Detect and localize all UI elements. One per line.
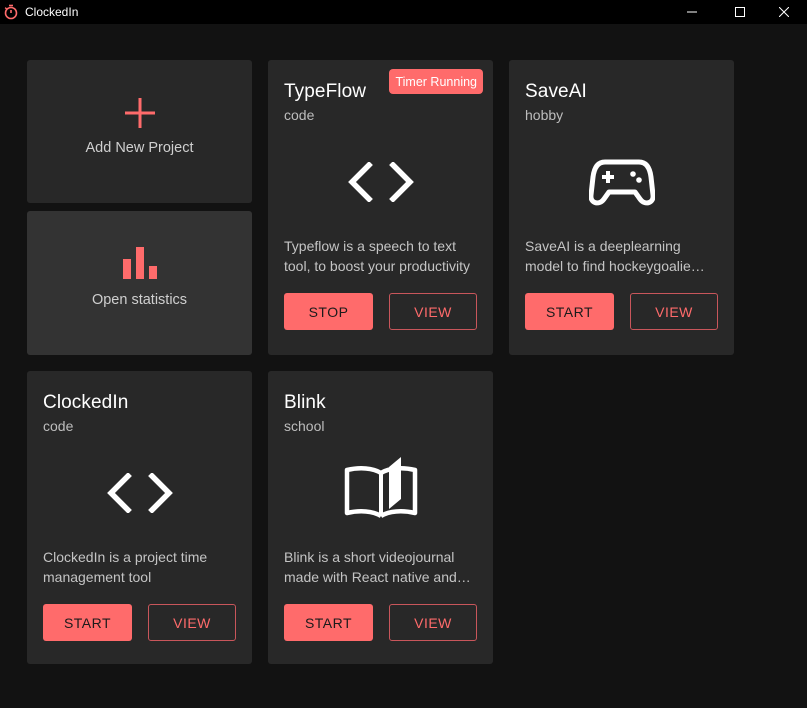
project-card: SaveAI hobby SaveAI is a deeplearning mo…	[509, 60, 734, 355]
project-category: school	[284, 418, 325, 434]
open-book-icon	[344, 457, 417, 518]
stopwatch-icon	[4, 4, 18, 20]
project-title: SaveAI	[525, 81, 587, 102]
project-title: TypeFlow	[284, 81, 367, 102]
close-button[interactable]	[761, 0, 807, 24]
maximize-button[interactable]	[717, 0, 763, 24]
bar-chart-icon	[122, 247, 157, 279]
start-button[interactable]: START	[525, 293, 614, 330]
minimize-icon	[687, 11, 697, 13]
project-category: code	[284, 107, 315, 123]
close-icon	[779, 7, 789, 17]
project-card: Timer Running TypeFlow code Typeflow is …	[268, 60, 493, 355]
project-title: ClockedIn	[43, 392, 129, 413]
view-button[interactable]: VIEW	[630, 293, 718, 330]
add-project-label: Add New Project	[85, 140, 194, 156]
timer-running-badge: Timer Running	[389, 69, 483, 94]
code-icon	[106, 473, 173, 513]
view-button[interactable]: VIEW	[389, 293, 477, 330]
project-category: code	[43, 418, 74, 434]
gamepad-icon	[588, 159, 655, 206]
project-title: Blink	[284, 392, 326, 413]
view-button[interactable]: VIEW	[389, 604, 477, 641]
start-button[interactable]: START	[43, 604, 132, 641]
stop-button[interactable]: STOP	[284, 293, 373, 330]
add-project-card[interactable]: Add New Project	[27, 60, 252, 203]
project-description: ClockedIn is a project time management t…	[43, 549, 208, 585]
project-card: Blink school Blink is a short videojourn…	[268, 371, 493, 664]
project-description: SaveAI is a deeplearning model to find h…	[525, 238, 705, 274]
open-statistics-label: Open statistics	[91, 292, 188, 308]
project-description: Blink is a short videojournal made with …	[284, 549, 471, 585]
project-card: ClockedIn code ClockedIn is a project ti…	[27, 371, 252, 664]
project-category: hobby	[525, 107, 564, 123]
minimize-button[interactable]	[669, 0, 715, 24]
plus-icon	[124, 98, 155, 128]
window-title: ClockedIn	[25, 5, 79, 19]
code-icon	[347, 162, 414, 202]
view-button[interactable]: VIEW	[148, 604, 236, 641]
title-bar: ClockedIn	[0, 0, 807, 24]
open-statistics-card[interactable]: Open statistics	[27, 211, 252, 355]
start-button[interactable]: START	[284, 604, 373, 641]
project-description: Typeflow is a speech to text tool, to bo…	[284, 238, 470, 274]
maximize-icon	[735, 7, 745, 17]
